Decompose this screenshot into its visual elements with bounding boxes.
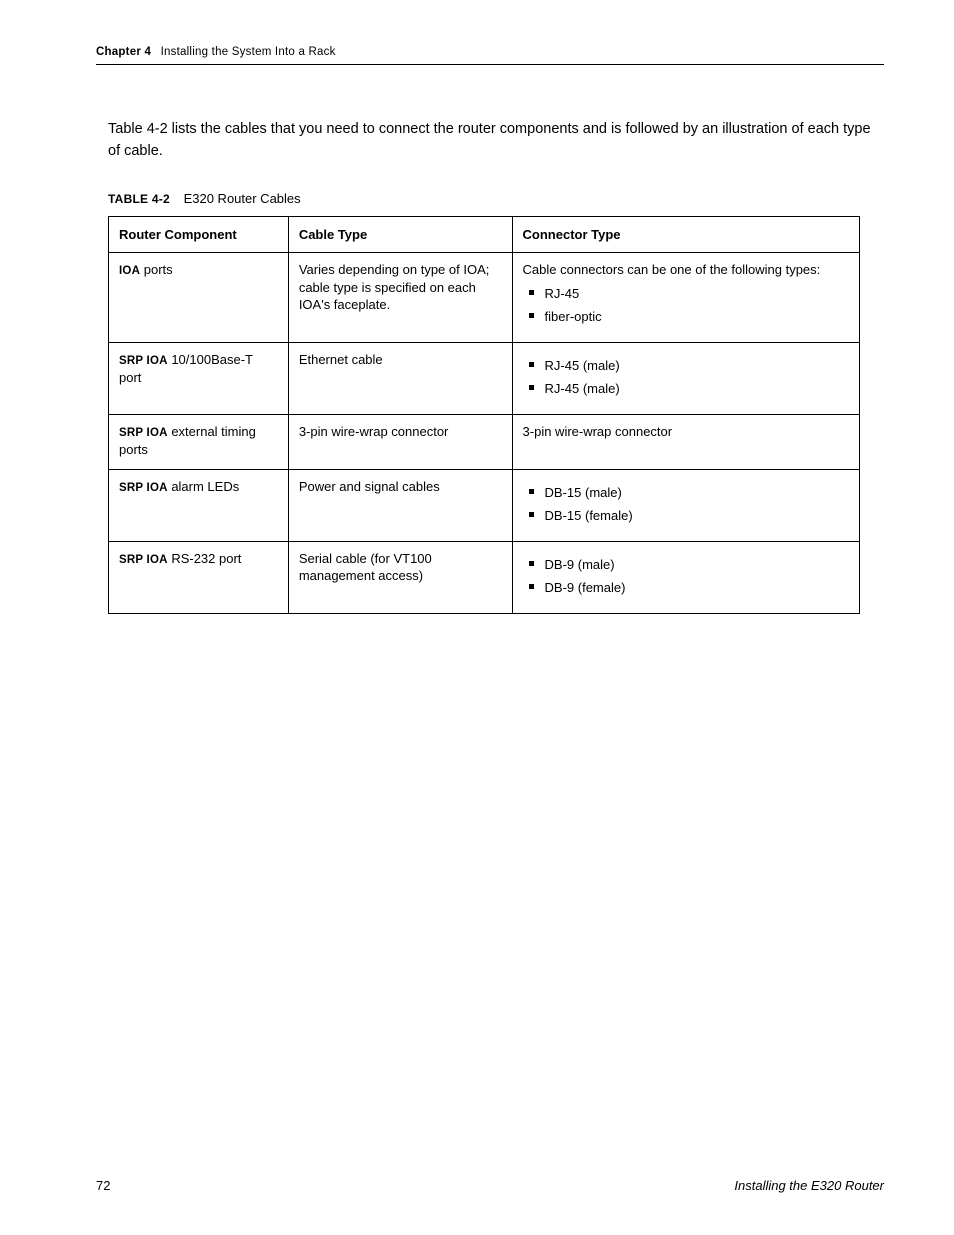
table-caption-text: E320 Router Cables xyxy=(184,191,301,206)
component-label: SRP IOA xyxy=(119,427,168,439)
connector-list: RJ-45 (male) RJ-45 (male) xyxy=(523,357,849,398)
component-label: SRP IOA xyxy=(119,482,168,494)
section-lead: Table 4-2 lists the cables that you need… xyxy=(108,119,880,163)
page-footer: 72 Installing the E320 Router xyxy=(96,1178,884,1193)
table-caption: TABLE 4-2 E320 Router Cables xyxy=(108,191,884,206)
table-row: SRP IOA alarm LEDs Power and signal cabl… xyxy=(109,469,860,541)
list-item: DB-9 (female) xyxy=(523,579,849,597)
component-text: ports xyxy=(140,262,173,277)
component-text: RS-232 port xyxy=(168,551,242,566)
component-text: alarm LEDs xyxy=(168,479,240,494)
col-header-component: Router Component xyxy=(109,216,289,253)
cell-cable: Power and signal cables xyxy=(288,469,512,541)
list-item: RJ-45 (male) xyxy=(523,357,849,375)
table-row: SRP IOA 10/100Base-T port Ethernet cable… xyxy=(109,342,860,414)
cell-connector: DB-9 (male) DB-9 (female) xyxy=(512,541,859,613)
table-header-row: Router Component Cable Type Connector Ty… xyxy=(109,216,860,253)
connector-list: DB-15 (male) DB-15 (female) xyxy=(523,484,849,525)
chapter-label: Chapter 4 xyxy=(96,46,151,58)
component-label: IOA xyxy=(119,265,140,277)
chapter-title: Installing the System Into a Rack xyxy=(161,46,336,58)
cell-cable: Serial cable (for VT100 management acces… xyxy=(288,541,512,613)
col-header-connector: Connector Type xyxy=(512,216,859,253)
connector-list: DB-9 (male) DB-9 (female) xyxy=(523,556,849,597)
list-item: DB-15 (female) xyxy=(523,507,849,525)
cell-component: SRP IOA alarm LEDs xyxy=(109,469,289,541)
connector-intro: Cable connectors can be one of the follo… xyxy=(523,261,849,279)
cell-cable: 3-pin wire-wrap connector xyxy=(288,414,512,469)
page-number: 72 xyxy=(96,1178,110,1193)
table-row: SRP IOA external timing ports 3-pin wire… xyxy=(109,414,860,469)
col-header-cable: Cable Type xyxy=(288,216,512,253)
cables-table: Router Component Cable Type Connector Ty… xyxy=(108,216,860,615)
component-label: SRP IOA xyxy=(119,355,168,367)
list-item: DB-15 (male) xyxy=(523,484,849,502)
cell-cable: Varies depending on type of IOA; cable t… xyxy=(288,253,512,343)
cell-connector: Cable connectors can be one of the follo… xyxy=(512,253,859,343)
component-label: SRP IOA xyxy=(119,554,168,566)
running-header: Chapter 4 Installing the System Into a R… xyxy=(96,46,884,58)
cell-connector: 3-pin wire-wrap connector xyxy=(512,414,859,469)
cell-cable: Ethernet cable xyxy=(288,342,512,414)
header-rule xyxy=(96,64,884,65)
list-item: RJ-45 (male) xyxy=(523,380,849,398)
table-caption-label: TABLE 4-2 xyxy=(108,192,170,206)
cell-connector: RJ-45 (male) RJ-45 (male) xyxy=(512,342,859,414)
cell-component: IOA ports xyxy=(109,253,289,343)
cell-component: SRP IOA external timing ports xyxy=(109,414,289,469)
connector-list: RJ-45 fiber-optic xyxy=(523,285,849,326)
table-row: IOA ports Varies depending on type of IO… xyxy=(109,253,860,343)
list-item: RJ-45 xyxy=(523,285,849,303)
doc-title: Installing the E320 Router xyxy=(734,1178,884,1193)
cell-component: SRP IOA 10/100Base-T port xyxy=(109,342,289,414)
list-item: fiber-optic xyxy=(523,308,849,326)
table-row: SRP IOA RS-232 port Serial cable (for VT… xyxy=(109,541,860,613)
cell-connector: DB-15 (male) DB-15 (female) xyxy=(512,469,859,541)
list-item: DB-9 (male) xyxy=(523,556,849,574)
cell-component: SRP IOA RS-232 port xyxy=(109,541,289,613)
